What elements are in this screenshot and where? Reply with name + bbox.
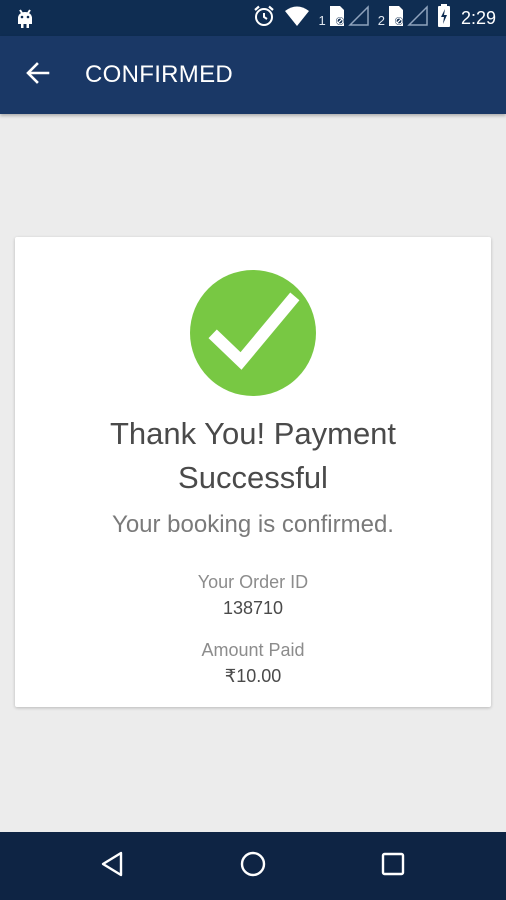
status-bar: 1 2 2:29: [0, 0, 506, 36]
order-id-label: Your Order ID: [197, 572, 309, 592]
booking-confirmed-message: Your booking is confirmed.: [112, 511, 394, 538]
signal-icon: [407, 5, 429, 31]
sim2-label: 2: [377, 12, 385, 28]
arrow-back-icon: [25, 60, 51, 90]
nav-back-button[interactable]: [89, 842, 137, 890]
recents-square-icon: [380, 851, 406, 881]
status-icons: 1 2 2:29: [252, 0, 496, 36]
wifi-icon: [284, 5, 310, 31]
amount-paid-label: Amount Paid: [201, 640, 305, 660]
sim1-label: 1: [318, 12, 326, 28]
app-bar: CONFIRMED: [0, 36, 506, 114]
amount-paid-value: ₹10.00: [224, 666, 282, 686]
sim2-group: 2: [378, 5, 429, 31]
confirmation-card: Thank You! Payment Successful Your booki…: [15, 237, 491, 707]
headline-line-1: Thank You! Payment: [109, 416, 397, 451]
sim-card-icon: [328, 5, 346, 31]
status-time: 2:29: [460, 7, 496, 28]
android-notification-icon: [14, 6, 36, 34]
headline-line-2: Successful: [178, 460, 328, 495]
page-title: CONFIRMED: [85, 61, 234, 88]
check-circle-icon: [190, 270, 316, 396]
navigation-bar: [0, 832, 506, 900]
alarm-icon: [252, 4, 276, 32]
back-triangle-icon: [99, 850, 127, 882]
order-id-value: 138710: [222, 598, 284, 618]
success-headline: Thank You! Payment Successful: [15, 412, 491, 500]
sim-card-icon: [387, 5, 405, 31]
battery-charging-icon: [437, 4, 451, 32]
nav-home-button[interactable]: [229, 842, 277, 890]
sim1-group: 1: [318, 5, 369, 31]
signal-icon: [347, 5, 370, 31]
nav-recents-button[interactable]: [369, 842, 417, 890]
home-circle-icon: [239, 850, 267, 882]
back-button[interactable]: [16, 53, 60, 97]
